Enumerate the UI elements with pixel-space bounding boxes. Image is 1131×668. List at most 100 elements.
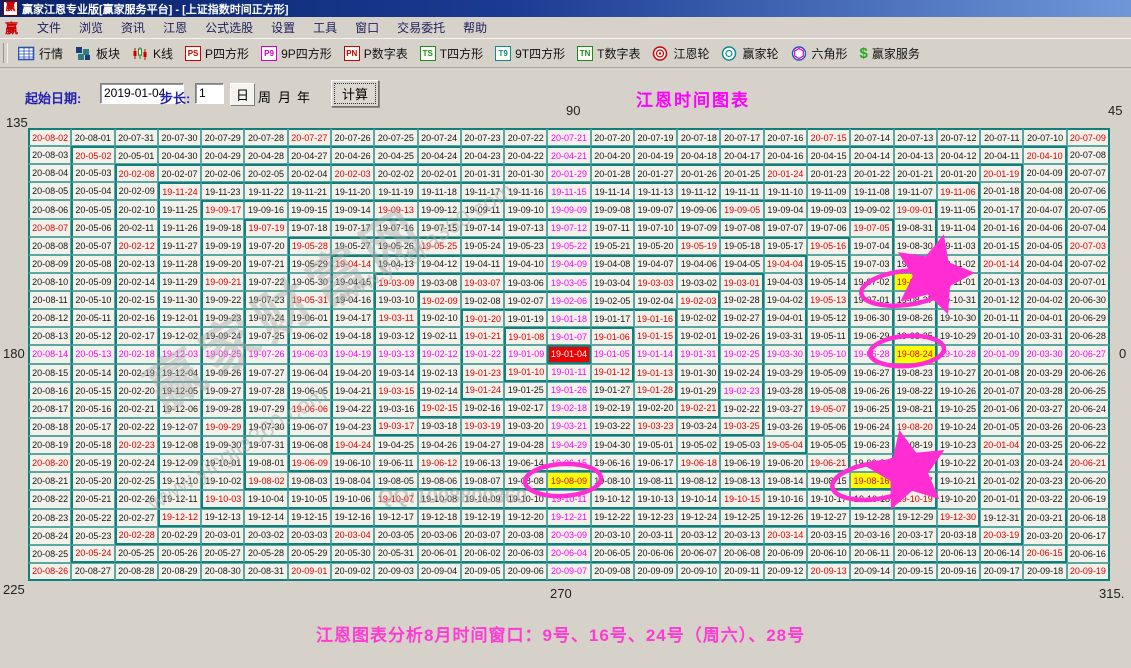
date-cell[interactable]: 19-04-16 bbox=[331, 291, 374, 309]
date-cell[interactable]: 19-05-21 bbox=[591, 237, 634, 255]
date-cell[interactable]: 20-02-20 bbox=[115, 382, 158, 400]
date-cell[interactable]: 20-05-05 bbox=[71, 200, 114, 218]
date-cell[interactable]: 19-05-29 bbox=[288, 255, 331, 273]
date-cell[interactable]: 20-04-07 bbox=[1023, 200, 1066, 218]
date-cell[interactable]: 20-05-15 bbox=[71, 382, 114, 400]
date-cell[interactable]: 20-05-12 bbox=[71, 327, 114, 345]
date-cell[interactable]: 20-06-19 bbox=[1067, 490, 1110, 508]
menu-item-浏览[interactable]: 浏览 bbox=[70, 17, 112, 38]
date-cell[interactable]: 19-05-05 bbox=[807, 436, 850, 454]
date-cell[interactable]: 19-02-07 bbox=[504, 291, 547, 309]
date-cell[interactable]: 19-12-30 bbox=[937, 509, 980, 527]
date-cell[interactable]: 19-09-17 bbox=[201, 200, 244, 218]
toolbar-button-江恩轮[interactable]: 江恩轮 bbox=[646, 43, 715, 64]
date-cell[interactable]: 19-01-26 bbox=[547, 382, 590, 400]
date-cell[interactable]: 19-09-07 bbox=[634, 200, 677, 218]
date-cell[interactable]: 19-12-11 bbox=[158, 490, 201, 508]
date-cell[interactable]: 20-02-16 bbox=[115, 309, 158, 327]
date-cell[interactable]: 19-05-22 bbox=[547, 237, 590, 255]
date-cell[interactable]: 20-04-16 bbox=[764, 146, 807, 164]
date-cell[interactable]: 19-12-10 bbox=[158, 472, 201, 490]
toolbar-button-T四方形[interactable]: TST四方形 bbox=[414, 43, 489, 64]
date-cell[interactable]: 20-08-18 bbox=[28, 418, 71, 436]
menu-item-工具[interactable]: 工具 bbox=[304, 17, 346, 38]
date-cell[interactable]: 20-05-01 bbox=[115, 146, 158, 164]
date-cell[interactable]: 20-04-04 bbox=[1023, 255, 1066, 273]
date-cell[interactable]: 19-12-19 bbox=[461, 509, 504, 527]
date-cell[interactable]: 20-01-01 bbox=[980, 490, 1023, 508]
date-cell[interactable]: 19-03-29 bbox=[764, 364, 807, 382]
date-cell[interactable]: 19-05-24 bbox=[461, 237, 504, 255]
date-cell[interactable]: 19-11-06 bbox=[937, 182, 980, 200]
date-cell[interactable]: 20-05-14 bbox=[71, 364, 114, 382]
date-cell[interactable]: 19-10-24 bbox=[937, 418, 980, 436]
date-cell[interactable]: 20-09-18 bbox=[1023, 563, 1066, 581]
date-cell[interactable]: 19-06-14 bbox=[504, 454, 547, 472]
date-cell[interactable]: 20-01-20 bbox=[937, 164, 980, 182]
date-cell[interactable]: 19-02-09 bbox=[418, 291, 461, 309]
date-cell[interactable]: 20-04-10 bbox=[1023, 146, 1066, 164]
date-cell[interactable]: 20-01-04 bbox=[980, 436, 1023, 454]
date-cell[interactable]: 20-03-03 bbox=[288, 527, 331, 545]
date-cell[interactable]: 19-01-23 bbox=[461, 364, 504, 382]
date-cell[interactable]: 19-07-05 bbox=[850, 219, 893, 237]
date-cell[interactable]: 19-08-07 bbox=[461, 472, 504, 490]
date-cell[interactable]: 19-06-20 bbox=[764, 454, 807, 472]
date-cell[interactable]: 19-03-25 bbox=[720, 418, 763, 436]
date-cell[interactable]: 20-06-18 bbox=[1067, 509, 1110, 527]
date-cell[interactable]: 19-11-13 bbox=[634, 182, 677, 200]
date-cell[interactable]: 20-08-20 bbox=[28, 454, 71, 472]
date-cell[interactable]: 20-07-11 bbox=[980, 128, 1023, 146]
date-cell[interactable]: 20-02-28 bbox=[115, 527, 158, 545]
date-cell[interactable]: 20-08-26 bbox=[28, 563, 71, 581]
date-cell[interactable]: 19-08-31 bbox=[894, 219, 937, 237]
date-cell[interactable]: 19-08-15 bbox=[807, 472, 850, 490]
date-cell[interactable]: 20-05-08 bbox=[71, 255, 114, 273]
date-cell[interactable]: 19-02-06 bbox=[547, 291, 590, 309]
date-cell[interactable]: 20-07-03 bbox=[1067, 237, 1110, 255]
date-cell[interactable]: 20-07-05 bbox=[1067, 200, 1110, 218]
date-cell[interactable]: 19-07-12 bbox=[547, 219, 590, 237]
date-cell[interactable]: 19-05-30 bbox=[288, 273, 331, 291]
date-cell[interactable]: 19-09-16 bbox=[244, 200, 287, 218]
date-cell[interactable]: 20-08-24 bbox=[28, 527, 71, 545]
date-cell[interactable]: 19-07-26 bbox=[244, 345, 287, 363]
date-cell[interactable]: 20-09-04 bbox=[418, 563, 461, 581]
date-cell[interactable]: 20-03-13 bbox=[720, 527, 763, 545]
date-cell[interactable]: 19-07-20 bbox=[244, 237, 287, 255]
date-cell[interactable]: 19-03-22 bbox=[591, 418, 634, 436]
date-cell[interactable]: 20-04-26 bbox=[331, 146, 374, 164]
date-cell[interactable]: 19-02-16 bbox=[461, 400, 504, 418]
date-cell[interactable]: 20-05-04 bbox=[71, 182, 114, 200]
date-cell[interactable]: 20-03-26 bbox=[1023, 418, 1066, 436]
date-cell[interactable]: 19-06-30 bbox=[850, 309, 893, 327]
date-cell[interactable]: 19-12-06 bbox=[158, 400, 201, 418]
date-cell[interactable]: 19-12-24 bbox=[677, 509, 720, 527]
date-cell[interactable]: 19-07-07 bbox=[764, 219, 807, 237]
date-cell[interactable]: 19-09-21 bbox=[201, 273, 244, 291]
date-cell[interactable]: 20-07-24 bbox=[418, 128, 461, 146]
date-cell[interactable]: 20-09-03 bbox=[374, 563, 417, 581]
date-cell[interactable]: 19-03-07 bbox=[461, 273, 504, 291]
date-cell[interactable]: 20-09-14 bbox=[850, 563, 893, 581]
date-cell[interactable]: 20-04-21 bbox=[547, 146, 590, 164]
date-cell[interactable]: 19-05-16 bbox=[807, 237, 850, 255]
calculate-button[interactable]: 计算 bbox=[331, 80, 379, 107]
date-cell[interactable]: 19-02-05 bbox=[591, 291, 634, 309]
date-cell[interactable]: 20-03-20 bbox=[1023, 527, 1066, 545]
date-cell[interactable]: 20-03-08 bbox=[504, 527, 547, 545]
toolbar-button-T数字表[interactable]: TNT数字表 bbox=[571, 43, 646, 64]
date-cell[interactable]: 19-06-16 bbox=[591, 454, 634, 472]
date-cell[interactable]: 20-07-23 bbox=[461, 128, 504, 146]
date-cell[interactable]: 19-06-09 bbox=[288, 454, 331, 472]
date-cell[interactable]: 19-03-04 bbox=[591, 273, 634, 291]
date-cell[interactable]: 20-08-15 bbox=[28, 364, 71, 382]
date-cell[interactable]: 20-01-07 bbox=[980, 382, 1023, 400]
date-cell[interactable]: 20-06-21 bbox=[1067, 454, 1110, 472]
date-cell[interactable]: 20-07-28 bbox=[244, 128, 287, 146]
date-cell[interactable]: 20-02-14 bbox=[115, 273, 158, 291]
date-cell[interactable]: 19-04-25 bbox=[374, 436, 417, 454]
date-cell[interactable]: 20-09-16 bbox=[937, 563, 980, 581]
toolbar-button-行情[interactable]: 行情 bbox=[12, 43, 69, 64]
date-cell[interactable]: 19-02-04 bbox=[634, 291, 677, 309]
